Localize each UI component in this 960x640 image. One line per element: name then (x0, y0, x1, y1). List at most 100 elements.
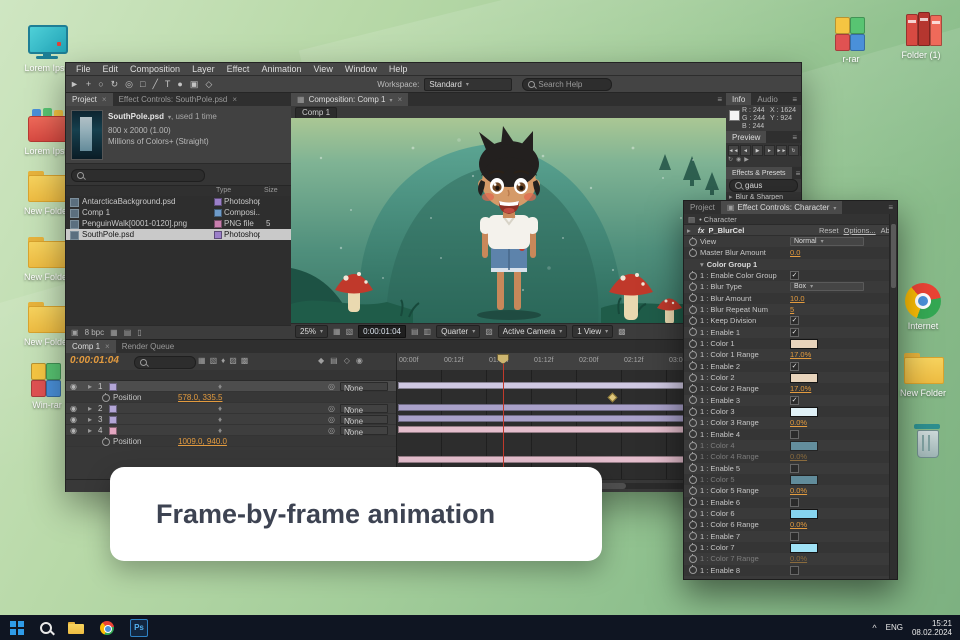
menu-composition[interactable]: Composition (124, 64, 186, 74)
effect-checkbox[interactable]: ✓ (790, 316, 799, 326)
layer-switches[interactable]: ♦ (218, 404, 222, 413)
effect-value[interactable]: 17.0% (790, 384, 811, 393)
effect-checkbox[interactable] (790, 429, 799, 439)
scrollbar[interactable] (889, 214, 897, 579)
stopwatch-icon[interactable] (689, 349, 697, 359)
effect-checkbox[interactable] (790, 497, 799, 507)
magnification-dropdown[interactable]: 25% (295, 325, 329, 338)
effect-header-row[interactable]: fx P_BlurCel Reset Options... Abo (684, 225, 897, 236)
panel-menu-icon[interactable]: ≡ (788, 131, 801, 143)
effect-property-row[interactable]: 1 : Color 7 Range 0.0% (684, 553, 890, 564)
loop-icon[interactable]: ↻ (728, 156, 733, 163)
composition-mini-icon[interactable]: ▦ (198, 356, 206, 365)
effect-property-row[interactable]: View Normal (684, 236, 890, 247)
tab-render-queue[interactable]: Render Queue (116, 340, 180, 353)
stopwatch-icon[interactable] (689, 361, 697, 371)
menu-effect[interactable]: Effect (221, 64, 256, 74)
twirl-icon[interactable]: ▸ (88, 382, 92, 391)
keys-icon[interactable]: ◉ (356, 356, 363, 365)
effect-value[interactable]: 5 (790, 305, 794, 314)
effect-property-row[interactable]: 1 : Enable 8 (684, 564, 890, 576)
mask-visibility-icon[interactable]: ▧ (346, 327, 354, 336)
draft-3d-icon[interactable]: ▧ (210, 356, 218, 365)
type-tool[interactable]: T (165, 79, 171, 89)
effect-color-swatch[interactable] (790, 338, 818, 349)
tab-effect-controls[interactable]: ▣ Effect Controls: Character (720, 201, 843, 214)
bit-depth[interactable]: 8 bpc (85, 328, 105, 337)
layer-duration-bar[interactable] (398, 382, 716, 389)
selection-tool[interactable]: ► (70, 79, 79, 89)
menu-view[interactable]: View (307, 64, 338, 74)
stopwatch-icon[interactable] (689, 565, 697, 575)
stopwatch-icon[interactable] (689, 338, 697, 348)
clone-stamp-tool[interactable]: ▣ (190, 79, 199, 90)
parent-pickwhip-icon[interactable]: ◎ (328, 382, 335, 391)
effect-property-row[interactable]: 1 : Color 3 (684, 405, 890, 418)
layer-switches[interactable]: ♦ (218, 426, 222, 435)
file-explorer-icon[interactable] (68, 621, 84, 634)
panel-menu-icon[interactable]: ≡ (792, 167, 801, 179)
parent-pickwhip-icon[interactable]: ◎ (328, 415, 335, 424)
transfer-icon[interactable]: ◇ (344, 356, 350, 365)
effect-value[interactable]: 17.0% (790, 350, 811, 359)
stopwatch-icon[interactable] (689, 497, 697, 507)
current-time-button[interactable]: 0:00:01:04 (358, 325, 406, 338)
stopwatch-icon[interactable] (689, 440, 697, 450)
menu-file[interactable]: File (70, 64, 97, 74)
show-snapshot-icon[interactable]: ▥ (424, 327, 432, 336)
scrollbar-thumb[interactable] (891, 224, 896, 288)
stopwatch-icon[interactable] (689, 429, 697, 439)
effect-property-row[interactable]: 1 : Blur Amount 10.0 (684, 292, 890, 304)
stopwatch-icon[interactable] (689, 519, 697, 529)
effect-value[interactable]: 0.0% (790, 418, 807, 427)
go-to-end-button[interactable]: ►► (776, 145, 787, 156)
brush-tool[interactable]: ● (177, 79, 182, 89)
stopwatch-icon[interactable] (689, 383, 697, 393)
loop-button[interactable]: ↻ (788, 145, 799, 156)
parent-column-icon[interactable]: ◆ (318, 356, 324, 365)
reset-link[interactable]: Reset (819, 226, 839, 235)
effect-checkbox[interactable] (790, 463, 799, 473)
switches-icon[interactable]: ▤ (330, 356, 338, 365)
menu-help[interactable]: Help (383, 64, 414, 74)
timeline-layer-row[interactable]: ◉▸1SouthPole.psd♦◎None (66, 381, 396, 393)
effect-color-swatch[interactable] (790, 372, 818, 383)
label-color-chip[interactable] (214, 231, 222, 239)
project-item[interactable]: Comp 1 Composi... (66, 207, 291, 218)
step-forward-button[interactable]: ► (764, 145, 775, 156)
label-color-chip[interactable] (214, 209, 222, 217)
stopwatch-icon[interactable] (689, 304, 697, 314)
twirl-icon[interactable]: ▸ (88, 426, 92, 435)
stopwatch-icon[interactable] (689, 531, 697, 541)
stopwatch-icon[interactable] (689, 553, 697, 563)
stopwatch-icon[interactable] (689, 315, 697, 325)
layer-color-chip[interactable] (109, 416, 117, 424)
effect-value[interactable]: 10.0 (790, 294, 805, 303)
effect-property-row[interactable]: 1 : Color 1 Range 17.0% (684, 349, 890, 360)
twirl-down-icon[interactable] (700, 260, 707, 269)
safe-zones-icon[interactable]: ▦ (333, 327, 341, 336)
visibility-eye-icon[interactable]: ◉ (70, 404, 77, 413)
effect-property-row[interactable]: 1 : Blur Type Box (684, 281, 890, 292)
effect-property-row[interactable]: 1 : Enable 6 (684, 496, 890, 508)
visibility-eye-icon[interactable]: ◉ (70, 382, 77, 391)
stopwatch-icon[interactable] (689, 236, 697, 246)
effect-property-row[interactable]: 1 : Color 3 Range 0.0% (684, 417, 890, 428)
audio-button[interactable]: ♦ (800, 145, 801, 156)
effect-color-swatch[interactable] (790, 542, 818, 553)
go-to-start-button[interactable]: ◄◄ (728, 145, 739, 156)
layer-switches[interactable]: ♦ (218, 382, 222, 391)
effect-property-row[interactable]: Master Blur Amount 0.0 (684, 247, 890, 259)
taskbar-clock[interactable]: 15:21 08.02.2024 (912, 619, 952, 637)
column-type[interactable]: Type (216, 187, 231, 194)
effect-property-row[interactable]: 1 : Color 1 (684, 337, 890, 350)
column-size[interactable]: Size (264, 187, 278, 194)
effect-checkbox[interactable]: ✓ (790, 395, 799, 405)
hand-tool[interactable]: + (86, 79, 91, 89)
effect-value[interactable]: 0.0% (790, 520, 807, 529)
parent-dropdown[interactable]: None (340, 404, 388, 415)
stopwatch-icon[interactable] (689, 542, 697, 552)
effect-property-row[interactable]: 1 : Color 4 Range 0.0% (684, 451, 890, 463)
options-link[interactable]: Options... (844, 226, 876, 235)
language-indicator[interactable]: ENG (886, 623, 903, 632)
